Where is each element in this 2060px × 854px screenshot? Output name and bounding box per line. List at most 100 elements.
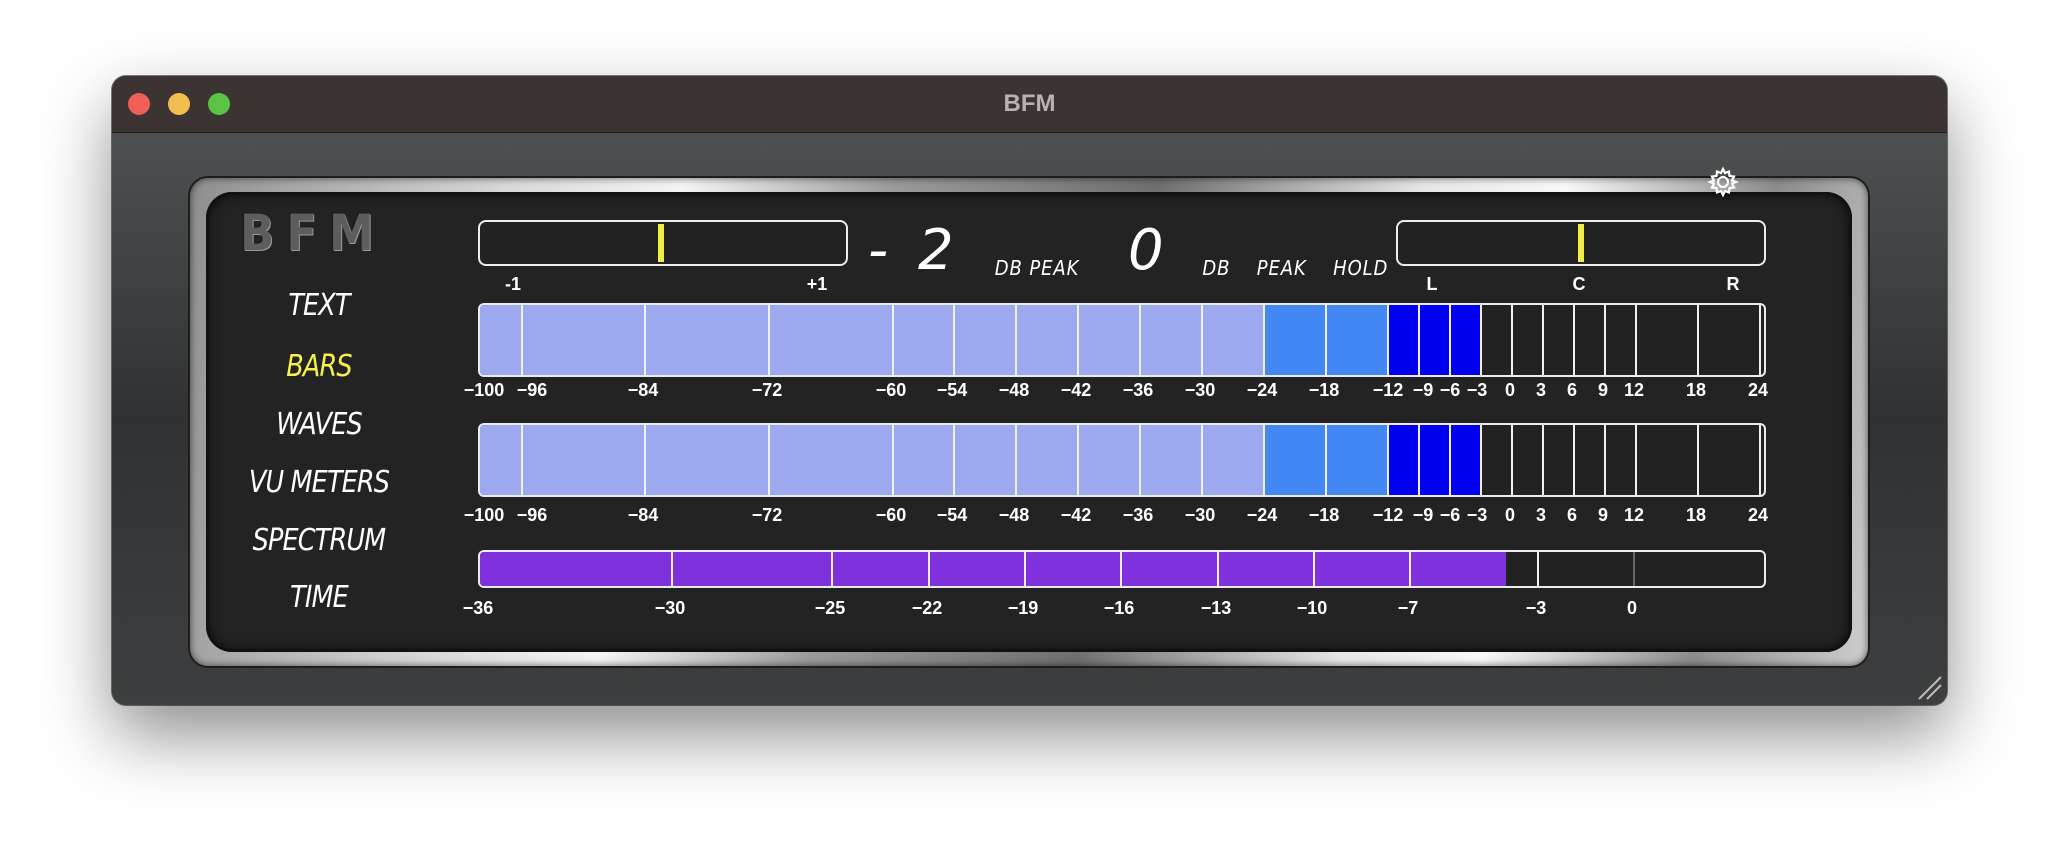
meter-divider <box>1077 425 1079 495</box>
meter-divider <box>1201 305 1203 375</box>
loudness-scale-label: −13 <box>1200 598 1232 618</box>
meter-divider <box>1759 425 1761 495</box>
meter-divider <box>1604 305 1606 375</box>
meter-divider <box>1139 425 1141 495</box>
db-scale-label: −12 <box>1372 380 1404 400</box>
meter-divider <box>768 305 770 375</box>
loudness-divider <box>831 552 833 586</box>
db-scale-label: −84 <box>627 505 659 525</box>
db-scale-label: −48 <box>998 380 1030 400</box>
db-scale-label: 3 <box>1535 380 1547 400</box>
db-scale-label: −96 <box>516 505 548 525</box>
db-scale-label: −72 <box>751 505 783 525</box>
db-scale-label: 18 <box>1685 380 1707 400</box>
loudness-divider <box>928 552 930 586</box>
menu-item-bars[interactable]: BARS <box>238 349 400 384</box>
db-scale-label: 3 <box>1535 505 1547 525</box>
level-segment <box>1202 305 1264 375</box>
meter-divider <box>1387 305 1389 375</box>
resize-grip-icon[interactable] <box>1915 673 1943 701</box>
level-segment <box>1140 425 1202 495</box>
loudness-scale-label: −30 <box>654 598 686 618</box>
level-meter-2 <box>478 423 1766 497</box>
meter-divider <box>768 425 770 495</box>
db-scale-label: −72 <box>751 380 783 400</box>
db-scale-label: −100 <box>463 505 505 525</box>
meter-divider <box>1263 425 1265 495</box>
db-scale-label: −18 <box>1308 505 1340 525</box>
db-scale-label: −24 <box>1246 380 1278 400</box>
db-scale-label: −100 <box>463 380 505 400</box>
menu-item-spectrum[interactable]: SPECTRUM <box>238 523 400 558</box>
window-title: BFM <box>1003 90 1056 117</box>
level-segment <box>893 305 954 375</box>
meter-divider <box>1635 425 1637 495</box>
peak-hold-value: 0 <box>1128 218 1170 283</box>
level-segment <box>1326 305 1388 375</box>
meter-divider <box>1418 425 1420 495</box>
meter-divider <box>1077 305 1079 375</box>
meter-divider <box>1201 425 1203 495</box>
level-segment <box>893 425 954 495</box>
meter-divider <box>1480 425 1482 495</box>
balance-meter <box>1396 220 1766 266</box>
loudness-scale-label: −36 <box>462 598 494 618</box>
loudness-scale-label: −10 <box>1296 598 1328 618</box>
balance-label-center: C <box>1572 274 1586 294</box>
loudness-divider <box>1024 552 1026 586</box>
gear-icon[interactable] <box>1706 166 1740 198</box>
meter-divider <box>892 305 894 375</box>
meter-divider <box>1511 305 1513 375</box>
loudness-divider <box>1409 552 1411 586</box>
db-scale-label: −60 <box>875 380 907 400</box>
menu-item-time[interactable]: TIME <box>238 580 400 615</box>
db-scale-label: −9 <box>1412 380 1434 400</box>
meter-divider <box>1480 305 1482 375</box>
meter-divider <box>521 425 523 495</box>
level-segment <box>769 305 893 375</box>
db-scale-label: −24 <box>1246 505 1278 525</box>
meter-divider <box>1325 305 1327 375</box>
level-segment <box>645 425 769 495</box>
meter-divider <box>1139 305 1141 375</box>
correlation-max-label: +1 <box>806 274 828 294</box>
meter-divider <box>953 425 955 495</box>
loudness-scale-label: 0 <box>1626 598 1638 618</box>
loudness-divider <box>1633 552 1635 586</box>
menu-item-text[interactable]: TEXT <box>238 288 400 323</box>
db-scale-label: −42 <box>1060 505 1092 525</box>
level-segment <box>769 425 893 495</box>
db-scale-label: −48 <box>998 505 1030 525</box>
correlation-min-label: -1 <box>504 274 522 294</box>
level-segment <box>1419 425 1450 495</box>
db-scale-label: −42 <box>1060 380 1092 400</box>
db-scale-label: 6 <box>1566 505 1578 525</box>
meter-divider <box>1697 305 1699 375</box>
level-segment <box>1450 305 1481 375</box>
loudness-scale-label: −3 <box>1525 598 1547 618</box>
meter-divider <box>1759 305 1761 375</box>
menu-item-vu-meters[interactable]: VU METERS <box>238 465 400 500</box>
menu-item-waves[interactable]: WAVES <box>238 407 400 442</box>
level-segment <box>1264 305 1326 375</box>
correlation-needle <box>658 224 665 262</box>
level-segment <box>645 305 769 375</box>
meter-divider <box>1449 425 1451 495</box>
balance-label-left: L <box>1426 274 1438 294</box>
level-segment <box>954 305 1016 375</box>
meter-divider <box>1542 425 1544 495</box>
level-segment <box>1450 425 1481 495</box>
meter-divider <box>1015 305 1017 375</box>
loudness-divider <box>1217 552 1219 586</box>
db-scale-label: −36 <box>1122 505 1154 525</box>
meter-divider <box>1573 425 1575 495</box>
meter-divider <box>1511 425 1513 495</box>
loudness-divider <box>671 552 673 586</box>
db-scale-label: 9 <box>1597 505 1609 525</box>
db-scale-label: −3 <box>1466 505 1488 525</box>
loudness-meter <box>478 550 1766 588</box>
loudness-scale-label: −16 <box>1103 598 1135 618</box>
level-segment <box>522 305 645 375</box>
peak-value: - 2 <box>868 218 960 283</box>
meter-divider <box>1449 305 1451 375</box>
